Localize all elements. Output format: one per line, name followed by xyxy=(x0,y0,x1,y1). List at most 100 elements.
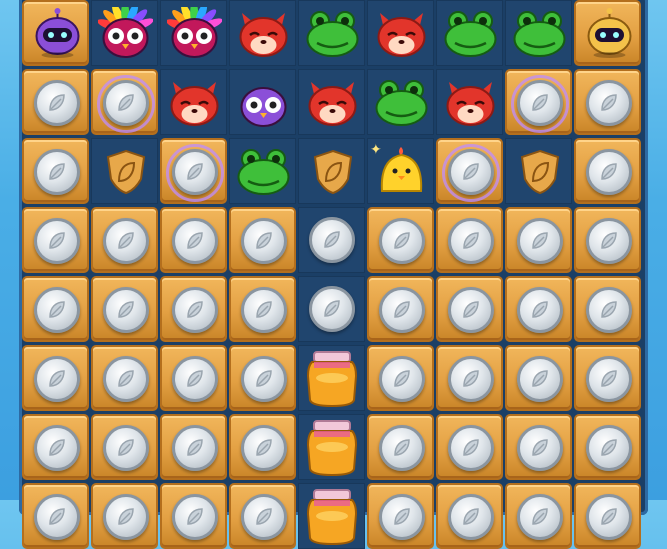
coin-icon xyxy=(586,356,632,402)
tile-crate-coin[interactable] xyxy=(91,69,158,135)
coin-icon xyxy=(34,80,80,126)
tile-crate-coin[interactable] xyxy=(91,207,158,273)
tile-crate-coin[interactable] xyxy=(574,345,641,411)
coin-icon xyxy=(448,425,494,471)
tile-crate-coin[interactable] xyxy=(505,414,572,480)
tile-honey-jar[interactable] xyxy=(298,414,365,480)
tile-crate-coin[interactable] xyxy=(367,276,434,342)
tile-shield-gold[interactable] xyxy=(505,138,572,204)
tile-crate-coin[interactable] xyxy=(160,276,227,342)
tile-crate-coin[interactable] xyxy=(22,483,89,549)
tile-frog-green[interactable] xyxy=(229,138,296,204)
tile-crate-coin[interactable] xyxy=(505,483,572,549)
coin-icon xyxy=(586,149,632,195)
tile-crate-coin[interactable] xyxy=(160,138,227,204)
coin-icon xyxy=(448,149,494,195)
tile-crate-coin[interactable] xyxy=(436,483,503,549)
coin-icon xyxy=(34,287,80,333)
coin-icon xyxy=(379,287,425,333)
tile-owl-purple[interactable] xyxy=(229,69,296,135)
coin-icon xyxy=(448,287,494,333)
tile-crate-coin[interactable] xyxy=(574,414,641,480)
tile-crate-coin[interactable] xyxy=(91,345,158,411)
tile-honey-jar[interactable] xyxy=(298,345,365,411)
tile-frog-green[interactable] xyxy=(298,0,365,66)
coin-icon xyxy=(103,356,149,402)
tile-crate-coin[interactable] xyxy=(160,207,227,273)
tile-crate-coin[interactable] xyxy=(436,345,503,411)
tile-crate-coin[interactable] xyxy=(160,483,227,549)
tile-crate-coin[interactable] xyxy=(22,414,89,480)
tile-crate-coin[interactable] xyxy=(229,207,296,273)
coin-icon xyxy=(103,494,149,540)
tile-crate-coin[interactable] xyxy=(160,345,227,411)
tile-shield-gold[interactable] xyxy=(298,138,365,204)
coin-icon xyxy=(34,425,80,471)
coin-icon xyxy=(34,149,80,195)
tile-crate-coin[interactable] xyxy=(574,138,641,204)
tile-fox-red[interactable] xyxy=(298,69,365,135)
coin-icon xyxy=(586,287,632,333)
coin-icon xyxy=(103,218,149,264)
tile-crate-coin[interactable] xyxy=(574,69,641,135)
coin-icon xyxy=(103,80,149,126)
coin-icon xyxy=(517,287,563,333)
tile-robot-gold[interactable] xyxy=(574,0,641,66)
tile-crate-coin[interactable] xyxy=(22,69,89,135)
coin-icon xyxy=(241,356,287,402)
tile-coin[interactable] xyxy=(298,207,365,273)
tile-fox-red[interactable] xyxy=(160,69,227,135)
coin-icon xyxy=(172,494,218,540)
tile-crate-coin[interactable] xyxy=(505,207,572,273)
tile-crate-coin[interactable] xyxy=(505,69,572,135)
tile-crate-coin[interactable] xyxy=(574,276,641,342)
tile-fox-red[interactable] xyxy=(436,69,503,135)
coin-icon xyxy=(517,218,563,264)
coin-icon xyxy=(34,356,80,402)
tile-crate-coin[interactable] xyxy=(229,483,296,549)
tile-coin[interactable] xyxy=(298,276,365,342)
tile-chick-yellow[interactable]: ✦ xyxy=(367,138,434,204)
coin-icon xyxy=(586,218,632,264)
tile-crate-coin[interactable] xyxy=(436,207,503,273)
tile-crate-coin[interactable] xyxy=(367,207,434,273)
tile-owl-rainbow[interactable] xyxy=(160,0,227,66)
tile-crate-coin[interactable] xyxy=(229,414,296,480)
tile-honey-jar[interactable] xyxy=(298,483,365,549)
coin-icon xyxy=(586,425,632,471)
tile-crate-coin[interactable] xyxy=(367,345,434,411)
coin-icon xyxy=(448,494,494,540)
tile-crate-coin[interactable] xyxy=(22,207,89,273)
tile-crate-coin[interactable] xyxy=(574,483,641,549)
tile-fox-red[interactable] xyxy=(229,0,296,66)
tile-crate-coin[interactable] xyxy=(436,414,503,480)
coin-icon xyxy=(172,425,218,471)
tile-crate-coin[interactable] xyxy=(367,414,434,480)
tile-owl-rainbow[interactable] xyxy=(91,0,158,66)
tile-robot-purple[interactable] xyxy=(22,0,89,66)
tile-crate-coin[interactable] xyxy=(229,345,296,411)
tile-crate-coin[interactable] xyxy=(505,345,572,411)
tile-crate-coin[interactable] xyxy=(91,276,158,342)
tile-crate-coin[interactable] xyxy=(91,483,158,549)
coin-icon xyxy=(448,356,494,402)
tile-crate-coin[interactable] xyxy=(22,345,89,411)
tile-crate-coin[interactable] xyxy=(91,414,158,480)
tile-frog-green[interactable] xyxy=(436,0,503,66)
tile-crate-coin[interactable] xyxy=(22,138,89,204)
tile-shield-gold[interactable] xyxy=(91,138,158,204)
coin-icon xyxy=(172,287,218,333)
tile-crate-coin[interactable] xyxy=(436,138,503,204)
tile-crate-coin[interactable] xyxy=(505,276,572,342)
tile-crate-coin[interactable] xyxy=(22,276,89,342)
tile-fox-red[interactable] xyxy=(367,0,434,66)
coin-icon xyxy=(586,80,632,126)
tile-crate-coin[interactable] xyxy=(436,276,503,342)
coin-icon xyxy=(34,494,80,540)
tile-frog-green[interactable] xyxy=(505,0,572,66)
tile-crate-coin[interactable] xyxy=(574,207,641,273)
tile-crate-coin[interactable] xyxy=(160,414,227,480)
tile-frog-green[interactable] xyxy=(367,69,434,135)
tile-crate-coin[interactable] xyxy=(229,276,296,342)
tile-crate-coin[interactable] xyxy=(367,483,434,549)
